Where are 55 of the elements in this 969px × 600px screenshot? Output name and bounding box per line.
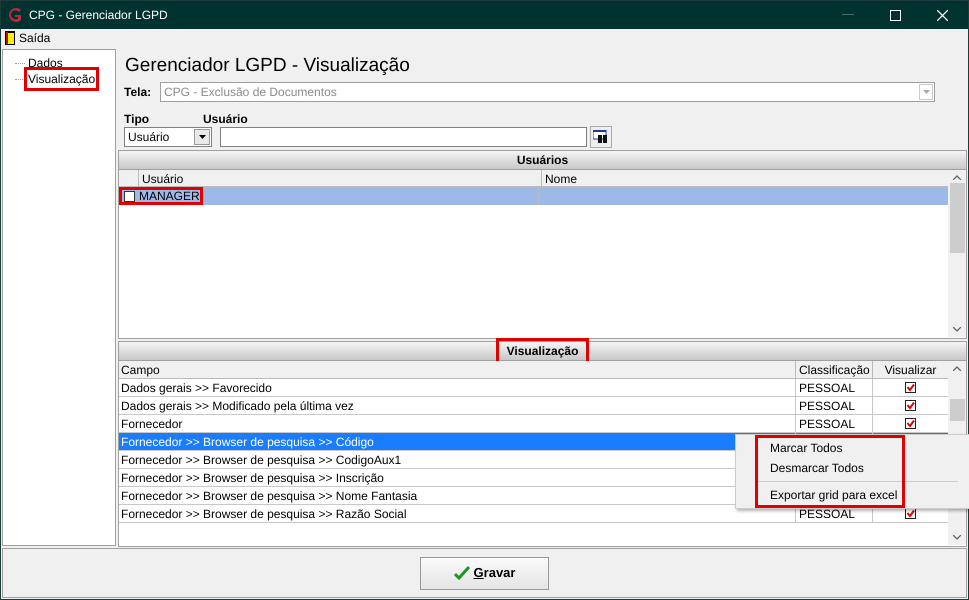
column-header: Visualizar: [884, 362, 938, 378]
binoculars-icon: [593, 130, 609, 144]
tree-item[interactable]: Visualização: [27, 70, 96, 88]
checkbox[interactable]: [905, 418, 916, 429]
table-cell: Fornecedor >> Browser de pesquisa >> Nome Fantasia: [121, 489, 418, 503]
field-label: Tipo: [124, 111, 150, 126]
door-icon: [5, 31, 15, 45]
checkbox[interactable]: [905, 400, 916, 411]
scroll-up-icon[interactable]: [953, 175, 961, 180]
table-cell: Fornecedor >> Browser de pesquisa >> Inscrição: [121, 471, 384, 485]
table-row[interactable]: MANAGER: [119, 187, 948, 205]
table-cell: Dados gerais >> Favorecido: [121, 381, 272, 395]
table-cell: PESSOAL: [799, 399, 856, 413]
scrollbar-thumb[interactable]: [950, 399, 964, 421]
field-label: Tela:: [124, 84, 152, 101]
search-button[interactable]: [590, 126, 612, 148]
page-heading: Gerenciador LGPD - Visualização: [124, 54, 411, 78]
app-logo-icon: [7, 7, 23, 23]
panel-title: Usuários: [516, 152, 570, 169]
table-cell: Fornecedor >> Browser de pesquisa >> Código: [121, 435, 374, 449]
scrollbar-thumb[interactable]: [950, 183, 964, 253]
menu-item[interactable]: Exportar grid para excel: [758, 485, 902, 505]
table-cell: PESSOAL: [799, 417, 856, 431]
table-row[interactable]: Dados gerais >> Favorecido PESSOAL: [119, 379, 948, 397]
dropdown-arrow-icon: [198, 135, 206, 139]
scroll-down-icon[interactable]: [953, 327, 961, 332]
scrollbar[interactable]: [948, 170, 966, 337]
type-dropdown[interactable]: Usuário: [124, 127, 212, 147]
dropdown-arrow-icon: [922, 90, 930, 94]
table-cell: Fornecedor: [121, 417, 182, 431]
table-cell: PESSOAL: [799, 381, 856, 395]
panel-title: Visualização: [498, 341, 586, 361]
window-title: CPG - Gerenciador LGPD: [29, 7, 168, 24]
menu-item[interactable]: Saída: [19, 29, 50, 47]
checkmark-icon: [454, 566, 470, 580]
checkbox[interactable]: [905, 382, 916, 393]
checkbox[interactable]: [905, 508, 916, 519]
close-icon[interactable]: [937, 10, 948, 20]
table-row[interactable]: Fornecedor PESSOAL: [119, 415, 948, 433]
checkbox[interactable]: [124, 190, 135, 202]
table-cell: Fornecedor >> Browser de pesquisa >> Razão Social: [121, 507, 406, 521]
table-cell: Dados gerais >> Modificado pela última vez: [121, 399, 354, 413]
column-header: Usuário: [139, 170, 542, 186]
table-cell: Fornecedor >> Browser de pesquisa >> CodigoAux1: [121, 453, 402, 467]
table-cell-text: MANAGER: [139, 188, 201, 205]
column-header: Nome: [544, 171, 578, 186]
save-button[interactable]: Gravar: [420, 556, 549, 590]
table-cell: PESSOAL: [799, 507, 856, 521]
maximize-icon[interactable]: [890, 10, 901, 20]
tree-item[interactable]: Dados: [27, 54, 64, 72]
scroll-down-icon[interactable]: [953, 535, 961, 540]
user-input-field[interactable]: [220, 127, 587, 147]
field-label: Usuário: [203, 111, 248, 126]
table-row[interactable]: Dados gerais >> Modificado pela última vez PESSOAL: [119, 397, 948, 415]
scroll-up-icon[interactable]: [953, 366, 961, 371]
